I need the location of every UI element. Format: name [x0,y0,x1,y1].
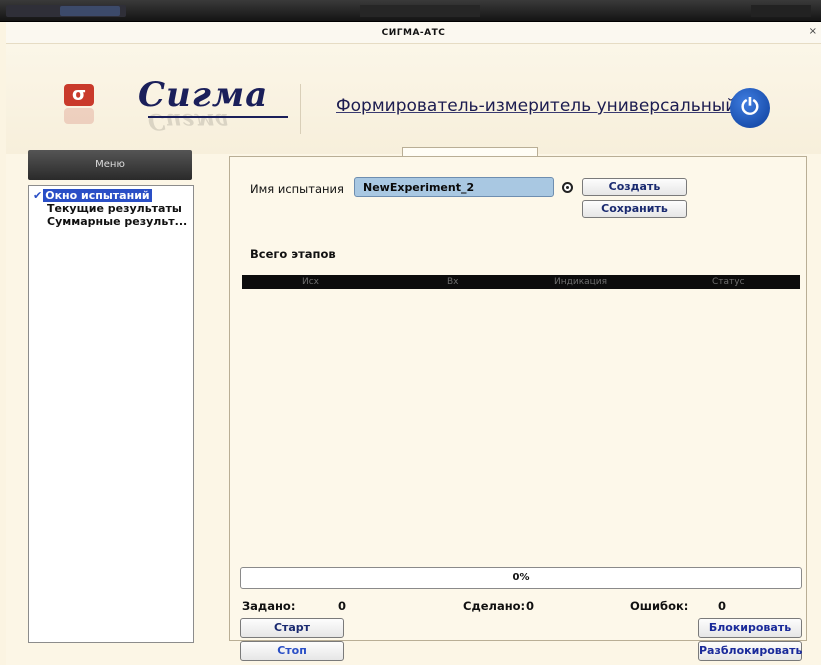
sigma-logo-reflection [64,108,94,124]
os-tray [751,5,811,17]
power-icon[interactable]: ⏻ [730,88,770,128]
block-button[interactable]: Блокировать [698,618,802,638]
sigma-logo-icon: σ [64,84,94,124]
sidebar-item-summary-results[interactable]: Суммарные результ... [47,215,187,228]
header-divider [300,84,301,134]
column-header-status[interactable]: Статус [712,275,745,289]
stages-table-body[interactable] [242,289,800,549]
os-taskbar [0,0,821,22]
radio-dot-icon[interactable] [562,182,573,193]
stages-table-header: Исх Вх Индикация Статус [242,275,800,289]
tests-panel: Имя испытания Создать Сохранить Всего эт… [229,156,807,661]
stop-button[interactable]: Стоп [240,641,344,661]
menu-button[interactable]: Меню [28,150,192,180]
column-header-in[interactable]: Вх [447,275,459,289]
set-count-label: Задано: [242,599,296,613]
sigma-logo-glyph: σ [64,84,94,106]
unblock-button[interactable]: Разблокировать [698,641,803,661]
progress-text: 0% [512,572,530,583]
total-stages-label: Всего этапов [250,247,336,261]
set-count-value: 0 [338,599,347,613]
app-header: σ Сигма Сигма Формирователь-измеритель у… [6,44,821,154]
progress-bar: 0% [240,567,802,589]
brand-reflection: Сигма [148,108,230,134]
create-button[interactable]: Создать [582,178,687,196]
done-count-value: 0 [526,599,535,613]
save-button[interactable]: Сохранить [582,200,687,218]
sidebar-item-label: Окно испытаний [43,189,152,202]
error-count-label: Ошибок: [630,599,689,613]
brand-underline [148,116,288,118]
error-count-value: 0 [718,599,727,613]
app-subtitle: Формирователь-измеритель универсальный [336,96,737,116]
start-button[interactable]: Старт [240,618,344,638]
column-header-indication[interactable]: Индикация [554,275,607,289]
column-header-out[interactable]: Исх [302,275,319,289]
check-icon: ✔ [33,189,43,202]
brand-logo: Сигма Сигма [138,75,288,134]
sidebar-tree: ✔ Окно испытаний Текущие результаты Сумма… [28,185,194,643]
close-icon[interactable]: × [809,26,817,37]
done-count-label: Сделано: [463,599,526,613]
os-taskbar-left [6,5,126,17]
experiment-name-label: Имя испытания [250,182,344,196]
window-title: СИГМА-АТС [6,22,821,44]
brand-name: Сигма [138,75,269,115]
os-taskbar-title [360,5,480,17]
sidebar-item-current-results[interactable]: Текущие результаты [47,202,182,215]
sidebar-item-test-window[interactable]: ✔ Окно испытаний [33,189,152,202]
os-taskbar-app[interactable] [60,6,120,16]
experiment-name-input[interactable] [354,177,554,197]
